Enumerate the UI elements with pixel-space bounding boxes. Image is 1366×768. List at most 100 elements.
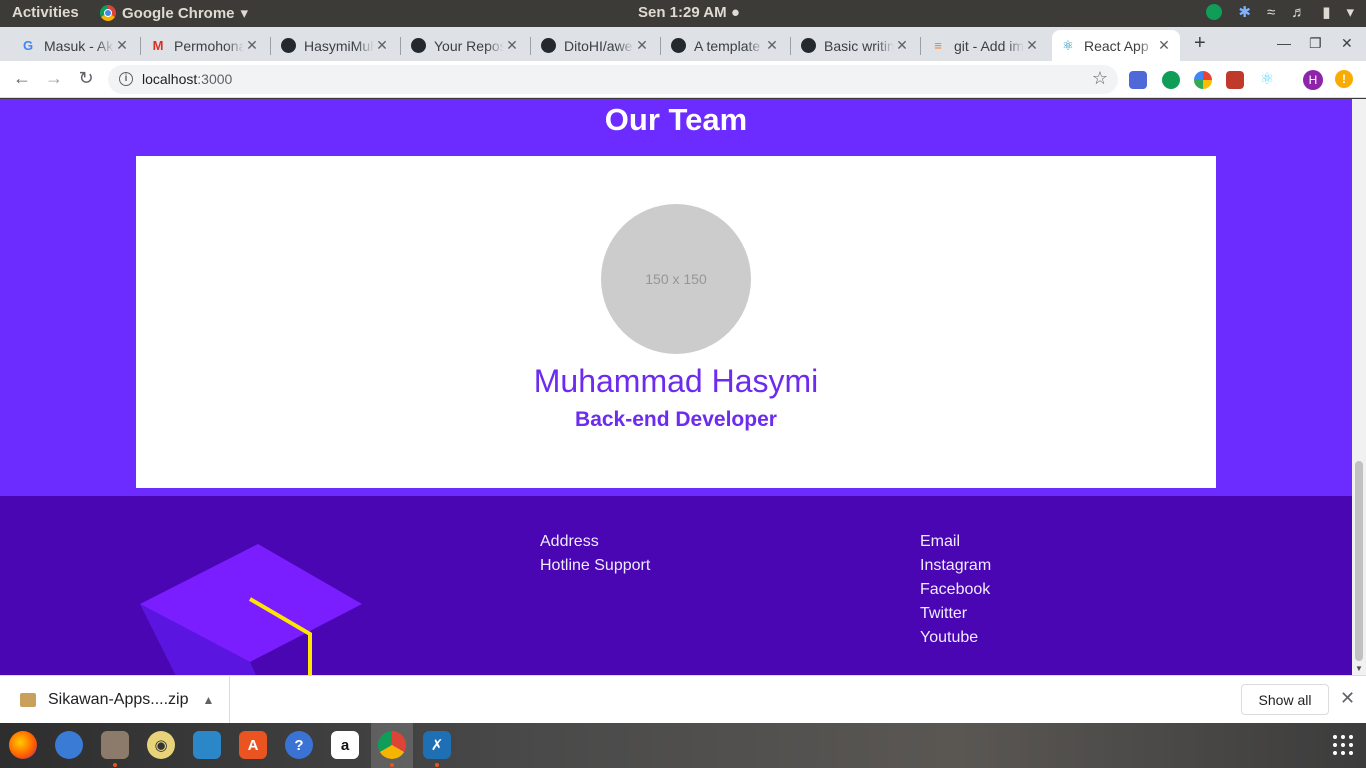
github-icon-shape: [800, 38, 816, 53]
close-icon[interactable]: ✕: [894, 37, 910, 54]
update-alert-icon[interactable]: !: [1335, 70, 1353, 88]
bookmark-star-icon[interactable]: ☆: [1092, 68, 1108, 89]
grid-dot: [1333, 743, 1337, 747]
download-item[interactable]: Sikawan-Apps....zip ▲: [0, 676, 230, 723]
software-center-icon[interactable]: A: [239, 731, 267, 759]
tab-gmail[interactable]: M Permohonan ✕: [142, 30, 268, 61]
chevron-up-icon[interactable]: ▲: [203, 693, 215, 707]
help-icon[interactable]: ?: [285, 731, 313, 759]
close-icon[interactable]: ✕: [764, 37, 780, 54]
grid-dot: [1349, 751, 1353, 755]
colorpick-extension-icon[interactable]: [1194, 71, 1212, 89]
info-icon[interactable]: i: [119, 72, 133, 86]
download-file-name: Sikawan-Apps....zip: [48, 690, 189, 708]
hangouts-extension-icon[interactable]: [1162, 71, 1180, 89]
app-menu-label: Google Chrome: [122, 4, 235, 22]
page-scrollbar[interactable]: ▼: [1352, 99, 1366, 675]
browser-toolbar: ← → ↻ i localhost:3000 ☆ ⚛ H !: [0, 61, 1366, 98]
tab-github-awesome[interactable]: DitoHI/awesome ✕: [532, 30, 658, 61]
battery-icon[interactable]: ▮: [1322, 3, 1330, 21]
team-heading: Our Team: [604, 102, 748, 137]
clock[interactable]: Sen 1:29 AM ●: [638, 4, 740, 21]
reload-button[interactable]: ↻: [75, 68, 97, 89]
footer-link-hotline-support[interactable]: Hotline Support: [540, 554, 650, 578]
grid-dot: [1341, 743, 1345, 747]
tab-github-basic-writing[interactable]: Basic writing ✕: [792, 30, 918, 61]
page-viewport: Our Team 150 x 150 Muhammad Hasymi Back-…: [0, 99, 1352, 675]
tab-separator: [270, 37, 271, 55]
scroll-down-arrow-icon[interactable]: ▼: [1355, 664, 1363, 673]
tab-stackoverflow[interactable]: ≡ git - Add image ✕: [922, 30, 1048, 61]
tab-separator: [530, 37, 531, 55]
close-icon[interactable]: ✕: [504, 37, 520, 54]
close-icon[interactable]: ✕: [634, 37, 650, 54]
vscode-icon[interactable]: ✗: [423, 731, 451, 759]
forward-button[interactable]: →: [43, 68, 65, 89]
restore-button[interactable]: ❐: [1309, 35, 1322, 52]
close-icon[interactable]: ✕: [1024, 37, 1040, 54]
new-tab-button[interactable]: +: [1194, 32, 1206, 55]
minimize-button[interactable]: —: [1277, 35, 1291, 51]
tab-github-profile[interactable]: HasymiMuhammad ✕: [272, 30, 398, 61]
close-icon[interactable]: ✕: [1156, 37, 1172, 54]
github-icon: [280, 38, 296, 54]
tab-title: git - Add image: [954, 37, 1024, 54]
grid-dot: [1349, 735, 1353, 739]
scrollbar-thumb[interactable]: [1355, 461, 1363, 661]
react-devtools-icon[interactable]: ⚛: [1258, 71, 1276, 89]
show-all-downloads-button[interactable]: Show all: [1241, 684, 1329, 715]
gmail-icon: M: [152, 38, 164, 53]
footer-link-twitter[interactable]: Twitter: [920, 602, 991, 626]
tab-google-account[interactable]: G Masuk - Akun Google ✕: [12, 30, 138, 61]
chrome-icon: [100, 5, 116, 21]
tab-title: HasymiMuhammad: [304, 37, 374, 54]
profile-avatar[interactable]: H: [1303, 70, 1323, 90]
footer-link-youtube[interactable]: Youtube: [920, 626, 991, 650]
tab-github-template[interactable]: A template ✕: [662, 30, 788, 61]
system-menu-chevron-icon[interactable]: ▾: [1346, 3, 1354, 21]
footer-link-instagram[interactable]: Instagram: [920, 554, 991, 578]
system-tray[interactable]: ✱ ≈ ♬ ▮ ▾: [1206, 3, 1354, 21]
files-icon[interactable]: [101, 731, 129, 759]
volume-icon[interactable]: ♬: [1291, 4, 1306, 21]
tab-title: Masuk - Akun Google: [44, 37, 114, 54]
libreoffice-writer-icon[interactable]: [193, 731, 221, 759]
tab-react-app[interactable]: ⚛ React App ✕: [1052, 30, 1180, 61]
hangouts-tray-icon[interactable]: [1206, 4, 1223, 20]
bluetooth-icon[interactable]: ✱: [1238, 3, 1251, 21]
team-member-card: 150 x 150 Muhammad Hasymi Back-end Devel…: [136, 156, 1216, 488]
notification-dot-icon: ●: [730, 4, 740, 21]
activities-button[interactable]: Activities: [12, 4, 79, 21]
grid-dot: [1341, 735, 1345, 739]
tab-github-repos[interactable]: Your Repositories ✕: [402, 30, 528, 61]
url-text[interactable]: localhost:3000: [142, 71, 232, 87]
translate-extension-icon[interactable]: [1129, 71, 1147, 89]
firefox-icon[interactable]: [9, 731, 37, 759]
close-icon[interactable]: ✕: [374, 37, 390, 54]
screenshot-extension-icon[interactable]: [1226, 71, 1244, 89]
grid-dot: [1341, 751, 1345, 755]
google-icon: G: [22, 38, 34, 53]
address-bar[interactable]: i localhost:3000 ☆: [108, 65, 1118, 94]
github-icon: [540, 38, 556, 54]
close-icon[interactable]: ✕: [114, 37, 130, 54]
rhythmbox-icon[interactable]: ◉: [147, 731, 175, 759]
amazon-icon[interactable]: a: [331, 731, 359, 759]
chrome-dock-icon[interactable]: [378, 731, 406, 759]
wifi-icon[interactable]: ≈: [1267, 4, 1275, 21]
github-icon: [410, 38, 426, 54]
avatar-placeholder-label: 150 x 150: [645, 271, 707, 287]
github-icon-shape: [410, 38, 426, 53]
close-window-button[interactable]: ✕: [1341, 35, 1353, 52]
tab-separator: [920, 37, 921, 55]
close-icon[interactable]: ✕: [244, 37, 260, 54]
show-applications-icon[interactable]: [1333, 735, 1353, 755]
close-icon[interactable]: ✕: [1340, 688, 1355, 709]
footer-link-email[interactable]: Email: [920, 530, 991, 554]
graduation-cap-illustration: [140, 544, 362, 675]
back-button[interactable]: ←: [11, 68, 33, 89]
thunderbird-icon[interactable]: [55, 731, 83, 759]
footer-link-address[interactable]: Address: [540, 530, 650, 554]
app-menu[interactable]: Google Chrome ▾: [100, 4, 248, 22]
footer-link-facebook[interactable]: Facebook: [920, 578, 991, 602]
